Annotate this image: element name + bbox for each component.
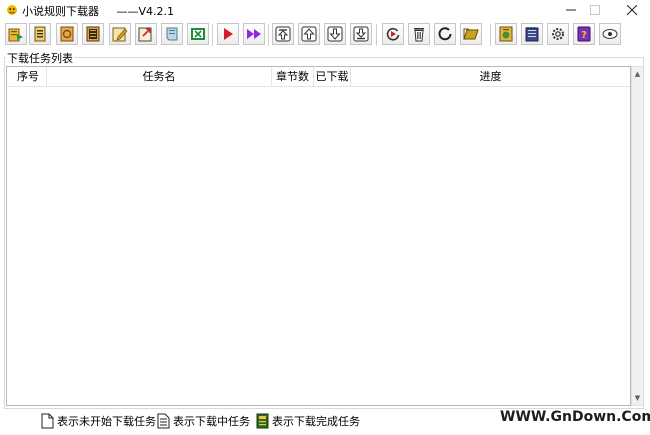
legend-downloading: 表示下载中任务 xyxy=(157,413,250,429)
stop-button[interactable] xyxy=(434,23,456,45)
scroll-down-arrow-icon[interactable]: ▼ xyxy=(632,392,643,404)
toolbar-separator xyxy=(376,24,377,46)
toolbar-separator xyxy=(212,24,213,46)
help-icon: ? xyxy=(577,26,591,42)
task-list-header: 序号 任务名 章节数 已下载 进度 xyxy=(7,67,630,87)
retry-button[interactable] xyxy=(382,23,404,45)
task-list-button[interactable] xyxy=(29,23,51,45)
close-button[interactable] xyxy=(617,0,647,20)
open-folder-button[interactable] xyxy=(460,23,482,45)
maximize-icon xyxy=(590,5,600,15)
retry-icon xyxy=(386,27,400,41)
maximize-button[interactable] xyxy=(580,0,610,20)
excel-icon xyxy=(191,28,205,40)
move-down-icon xyxy=(327,26,343,42)
task-list[interactable]: 序号 任务名 章节数 已下载 进度 xyxy=(6,66,631,406)
column-header-downloaded[interactable]: 已下载 xyxy=(314,67,351,86)
rules-button[interactable] xyxy=(495,23,517,45)
settings-button[interactable] xyxy=(547,23,569,45)
start-all-button[interactable] xyxy=(243,23,265,45)
finished-book-icon xyxy=(256,413,269,429)
minimize-icon xyxy=(566,9,576,11)
refresh-book-button[interactable] xyxy=(56,23,78,45)
column-header-progress[interactable]: 进度 xyxy=(351,67,630,86)
move-up-icon xyxy=(301,26,317,42)
rules-icon xyxy=(499,26,513,42)
edit-icon xyxy=(112,27,128,42)
legend-not-started: 表示未开始下载任务 xyxy=(41,413,156,429)
add-task-button[interactable] xyxy=(5,23,27,45)
notebook-icon xyxy=(166,27,178,41)
move-down-button[interactable] xyxy=(324,23,346,45)
scroll-up-arrow-icon[interactable]: ▲ xyxy=(632,68,643,80)
ledger-icon xyxy=(86,26,100,42)
toolbar: ? xyxy=(0,20,650,50)
toolbar-separator xyxy=(490,24,491,46)
column-header-index[interactable]: 序号 xyxy=(7,67,47,86)
add-task-icon xyxy=(8,28,23,42)
page-with-lines-icon xyxy=(157,413,170,429)
title-bar: 小说规则下载器 ——V4.2.1 xyxy=(0,0,650,20)
notebook-button[interactable] xyxy=(161,23,183,45)
move-top-button[interactable] xyxy=(272,23,294,45)
stop-icon xyxy=(438,27,452,41)
ledger-button[interactable] xyxy=(82,23,104,45)
excel-export-button[interactable] xyxy=(187,23,209,45)
move-up-button[interactable] xyxy=(298,23,320,45)
delete-button[interactable] xyxy=(408,23,430,45)
delete-icon xyxy=(414,28,424,42)
move-top-icon xyxy=(275,26,291,42)
about-button[interactable] xyxy=(599,23,621,45)
vertical-scrollbar[interactable]: ▲ ▼ xyxy=(631,66,644,406)
close-icon xyxy=(627,5,637,15)
column-header-task-name[interactable]: 任务名 xyxy=(47,67,272,86)
about-icon xyxy=(602,29,618,39)
document-list-icon xyxy=(34,26,46,42)
notepad-icon xyxy=(525,27,539,42)
blank-page-icon xyxy=(41,413,54,429)
legend-not-started-label: 表示未开始下载任务 xyxy=(57,415,156,428)
watermark: WWW.GnDown.Com xyxy=(500,409,650,425)
export-icon xyxy=(138,27,152,42)
move-bottom-button[interactable] xyxy=(350,23,372,45)
start-icon xyxy=(224,28,233,40)
folder-icon xyxy=(463,28,479,40)
export-button[interactable] xyxy=(135,23,157,45)
settings-icon xyxy=(552,28,564,40)
window-title: 小说规则下载器 ——V4.2.1 xyxy=(22,5,174,18)
notepad-button[interactable] xyxy=(521,23,543,45)
edit-button[interactable] xyxy=(109,23,131,45)
legend-finished-label: 表示下载完成任务 xyxy=(272,415,360,428)
task-group-label: 下载任务列表 xyxy=(6,50,74,66)
app-logo-icon xyxy=(7,5,17,15)
svg-text:?: ? xyxy=(581,30,587,41)
legend-finished: 表示下载完成任务 xyxy=(256,413,360,429)
help-button[interactable]: ? xyxy=(573,23,595,45)
toolbar-separator xyxy=(268,24,269,46)
move-bottom-icon xyxy=(353,26,369,42)
start-button[interactable] xyxy=(217,23,239,45)
status-bar: 表示未开始下载任务 表示下载中任务 表示下载完成任务 WWW.GnDown.Co… xyxy=(0,409,650,435)
start-all-icon xyxy=(247,29,261,39)
refresh-book-icon xyxy=(60,26,74,42)
legend-downloading-label: 表示下载中任务 xyxy=(173,415,250,428)
column-header-chapters[interactable]: 章节数 xyxy=(272,67,314,86)
